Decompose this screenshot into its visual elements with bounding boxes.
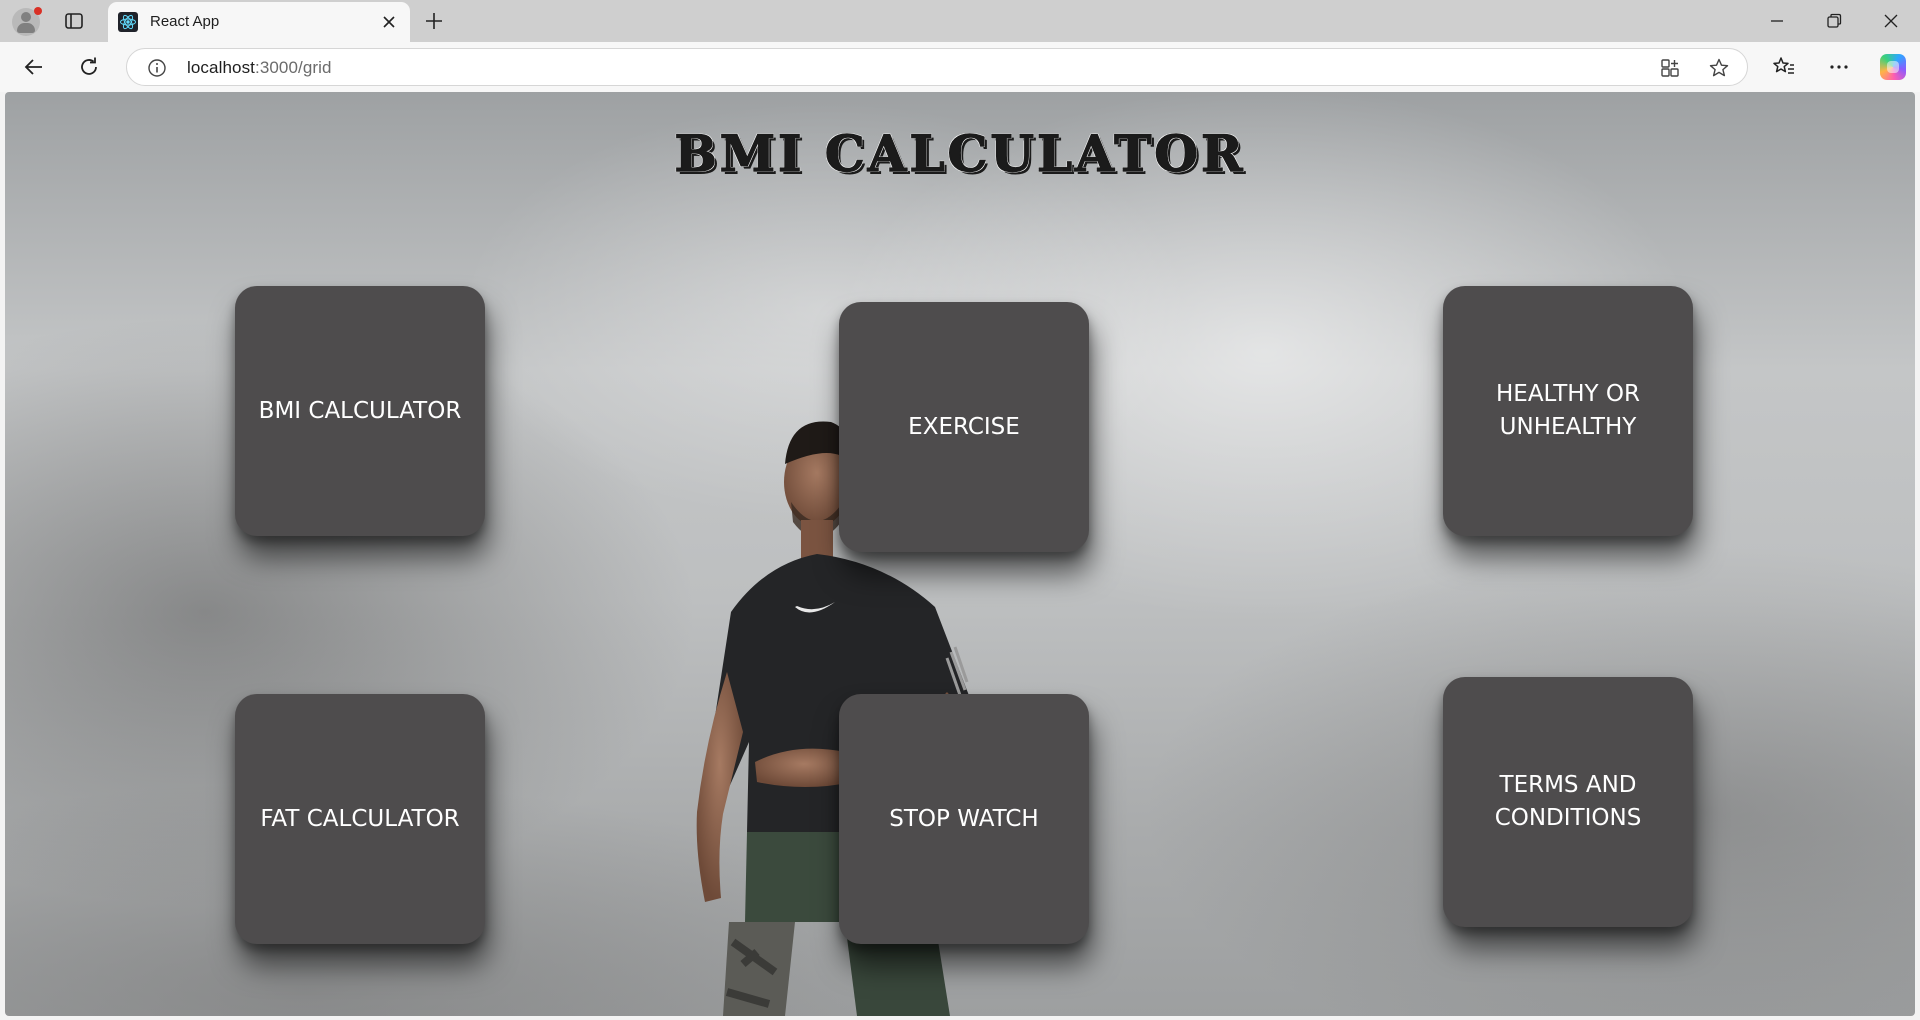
address-bar[interactable]: localhost:3000/grid bbox=[126, 48, 1748, 86]
more-options-icon[interactable] bbox=[1826, 54, 1852, 80]
card-label: BMI CALCULATOR bbox=[258, 397, 462, 424]
page-viewport: BMI CALCULATOR BMI CALCULATOR EXERCISE H… bbox=[5, 92, 1915, 1016]
card-label: HEALTHY OR UNHEALTHY bbox=[1496, 381, 1640, 440]
favorites-icon[interactable] bbox=[1771, 54, 1797, 80]
card-label: FAT CALCULATOR bbox=[260, 805, 460, 832]
minimize-icon[interactable] bbox=[1764, 8, 1790, 34]
tab-actions-icon[interactable] bbox=[64, 11, 84, 31]
card-label: TERMS AND CONDITIONS bbox=[1494, 772, 1642, 831]
fat-calculator-card[interactable]: FAT CALCULATOR bbox=[235, 694, 485, 944]
browser-toolbar: localhost:3000/grid bbox=[0, 42, 1920, 92]
new-tab-icon[interactable] bbox=[422, 9, 446, 33]
browser-tab-active[interactable]: React App bbox=[108, 2, 410, 42]
page-title: BMI CALCULATOR bbox=[674, 123, 1246, 184]
healthy-or-unhealthy-card[interactable]: HEALTHY OR UNHEALTHY bbox=[1443, 286, 1693, 536]
exercise-card[interactable]: EXERCISE bbox=[839, 302, 1089, 552]
browser-title-bar: React App bbox=[0, 0, 1920, 42]
bmi-calculator-card[interactable]: BMI CALCULATOR bbox=[235, 286, 485, 536]
copilot-icon[interactable] bbox=[1880, 54, 1906, 80]
favorite-star-icon[interactable] bbox=[1708, 57, 1730, 79]
close-window-icon[interactable] bbox=[1878, 8, 1904, 34]
restore-icon[interactable] bbox=[1821, 8, 1847, 34]
profile-avatar-icon[interactable] bbox=[12, 7, 42, 36]
back-arrow-icon[interactable] bbox=[21, 54, 47, 80]
terms-and-conditions-card[interactable]: TERMS AND CONDITIONS bbox=[1443, 677, 1693, 927]
react-logo-icon bbox=[118, 12, 138, 32]
close-tab-icon[interactable] bbox=[378, 11, 400, 33]
url-text[interactable]: localhost:3000/grid bbox=[187, 58, 332, 78]
refresh-icon[interactable] bbox=[76, 54, 102, 80]
split-screen-icon[interactable] bbox=[1659, 57, 1681, 79]
card-label: EXERCISE bbox=[908, 413, 1020, 440]
tab-title: React App bbox=[150, 13, 220, 30]
site-info-icon[interactable] bbox=[147, 58, 167, 78]
card-label: STOP WATCH bbox=[889, 805, 1039, 832]
stop-watch-card[interactable]: STOP WATCH bbox=[839, 694, 1089, 944]
